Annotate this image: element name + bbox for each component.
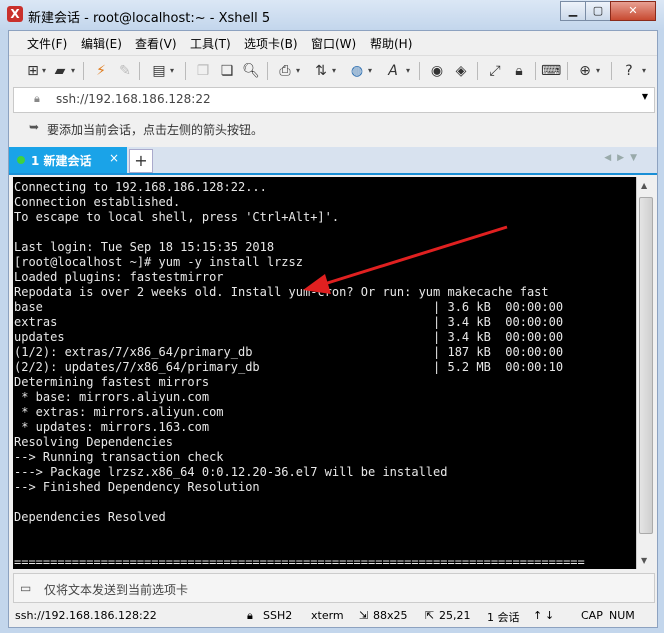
globe-icon[interactable]: ◍ <box>347 61 367 81</box>
close-tab-icon[interactable]: × <box>109 151 119 165</box>
open-folder-icon[interactable]: ▰ <box>50 61 70 81</box>
minimize-button[interactable]: ▁ <box>560 1 586 21</box>
menu-help[interactable]: 帮助(H) <box>370 35 412 52</box>
status-sessions: 1 会话 <box>487 611 520 624</box>
tab-label: 1 新建会话 <box>31 154 92 168</box>
toolbar-divider <box>185 62 186 80</box>
status-size: 88x25 <box>373 609 408 622</box>
tab-bar: 1 新建会话 × + ◀▶▼ <box>9 147 657 175</box>
status-bar: ssh://192.168.186.128:22 🔒︎ SSH2 xterm ⇲… <box>9 605 657 627</box>
toolbar-divider <box>139 62 140 80</box>
client-area: 文件(F) 编辑(E) 查看(V) 工具(T) 选项卡(B) 窗口(W) 帮助(… <box>8 30 658 628</box>
hint-text: 要添加当前会话，点击左侧的箭头按钮。 <box>47 123 264 137</box>
chevron-down-icon[interactable]: ▾ <box>403 61 413 81</box>
status-num: NUM <box>609 609 635 622</box>
disconnect-icon[interactable]: ✎ <box>115 61 135 81</box>
menu-window[interactable]: 窗口(W) <box>311 35 356 52</box>
script-icon[interactable]: ◈ <box>451 61 471 81</box>
menu-tools[interactable]: 工具(T) <box>190 35 231 52</box>
print-icon[interactable]: ⎙ <box>275 61 295 81</box>
terminal-output[interactable]: Connecting to 192.168.186.128:22... Conn… <box>13 177 636 569</box>
toolbar-divider <box>477 62 478 80</box>
annotation-arrow-shaft <box>320 225 508 287</box>
tab-scroll-icons[interactable]: ◀▶▼ <box>604 153 643 163</box>
menu-tabs[interactable]: 选项卡(B) <box>244 35 298 52</box>
menu-view[interactable]: 查看(V) <box>135 35 177 52</box>
lock-icon: 🔒︎ <box>247 609 253 622</box>
annotation-arrow <box>303 225 508 294</box>
arrow-down-icon: ↓ <box>545 609 555 622</box>
chevron-down-icon[interactable]: ▾ <box>639 61 649 81</box>
xftp-icon[interactable]: ◉ <box>427 61 447 81</box>
lock-icon: 🔒︎ <box>34 92 40 105</box>
keyboard-icon[interactable]: ⌨ <box>541 61 561 81</box>
scroll-down-icon[interactable]: ▼ <box>641 556 647 565</box>
menu-file[interactable]: 文件(F) <box>27 35 67 52</box>
toolbar-divider <box>419 62 420 80</box>
new-tab-button[interactable]: + <box>129 149 153 173</box>
lock-icon[interactable]: 🔒︎ <box>509 61 529 81</box>
chevron-down-icon[interactable]: ▾ <box>365 61 375 81</box>
compose-bar[interactable]: ▭ 仅将文本发送到当前选项卡 <box>13 573 655 603</box>
compose-input[interactable]: 仅将文本发送到当前选项卡 <box>44 581 188 598</box>
scrollbar-thumb[interactable] <box>639 197 653 534</box>
maximize-button[interactable]: ▢ <box>585 1 611 21</box>
status-cursor: 25,21 <box>439 609 471 622</box>
copy-icon[interactable]: ❐ <box>193 61 213 81</box>
status-caps: CAP <box>581 609 603 622</box>
add-session-arrow-icon[interactable]: ➥ <box>29 120 39 134</box>
toolbar-divider <box>611 62 612 80</box>
arrow-up-icon: ↑ <box>533 609 543 622</box>
add-icon[interactable]: ⊕ <box>575 61 595 81</box>
transfer-icon[interactable]: ⇅ <box>311 61 331 81</box>
chevron-down-icon[interactable]: ▾ <box>329 61 339 81</box>
close-button[interactable]: ✕ <box>610 1 656 21</box>
status-terminal: xterm <box>311 609 344 622</box>
terminal-scrollbar[interactable]: ▲ ▼ <box>636 177 654 569</box>
xshell-window: X 新建会话 - root@localhost:~ - Xshell 5 ▁ ▢… <box>0 0 664 633</box>
help-icon[interactable]: ? <box>619 61 639 81</box>
chevron-down-icon[interactable]: ▼ <box>642 92 648 101</box>
properties-icon[interactable]: ▤ <box>149 61 169 81</box>
chevron-down-icon[interactable]: ▾ <box>68 61 78 81</box>
xshell-icon: X <box>7 6 23 22</box>
menu-edit[interactable]: 编辑(E) <box>81 35 122 52</box>
compose-icon: ▭ <box>20 581 32 595</box>
status-protocol: SSH2 <box>263 609 293 622</box>
chevron-down-icon[interactable]: ▾ <box>39 61 49 81</box>
fullscreen-icon[interactable]: ⤢ <box>485 61 505 81</box>
font-icon[interactable]: A <box>383 61 403 81</box>
tab-session-1[interactable]: 1 新建会话 × <box>9 147 127 173</box>
toolbar: ⊞ ▾ ▰ ▾ ⚡ ✎ ▤ ▾ ❐ ❏ 🔍︎ ⎙ ▾ ⇅ ▾ ◍ ▾ A ▾ ◉… <box>9 55 657 86</box>
toolbar-divider <box>267 62 268 80</box>
annotation-arrow-head <box>303 274 331 294</box>
chevron-down-icon[interactable]: ▾ <box>593 61 603 81</box>
address-input[interactable]: ssh://192.168.186.128:22 <box>56 92 211 106</box>
session-hint-bar: ➥ 要添加当前会话，点击左侧的箭头按钮。 <box>13 115 653 141</box>
address-bar[interactable]: 🔒︎ ssh://192.168.186.128:22 ▼ <box>13 87 655 113</box>
toolbar-divider <box>83 62 84 80</box>
connected-status-icon <box>17 156 25 164</box>
menu-bar: 文件(F) 编辑(E) 查看(V) 工具(T) 选项卡(B) 窗口(W) 帮助(… <box>9 31 657 53</box>
toolbar-divider <box>535 62 536 80</box>
window-title: 新建会话 - root@localhost:~ - Xshell 5 <box>28 11 271 26</box>
connect-icon[interactable]: ⚡ <box>91 61 111 81</box>
resize-icon: ⇲ <box>359 609 369 622</box>
status-connection: ssh://192.168.186.128:22 <box>15 609 157 622</box>
find-icon[interactable]: 🔍︎ <box>241 61 261 81</box>
toolbar-divider <box>567 62 568 80</box>
scroll-up-icon[interactable]: ▲ <box>641 181 647 190</box>
title-bar: X 新建会话 - root@localhost:~ - Xshell 5 ▁ ▢… <box>0 0 664 30</box>
paste-icon[interactable]: ❏ <box>217 61 237 81</box>
chevron-down-icon[interactable]: ▾ <box>167 61 177 81</box>
chevron-down-icon[interactable]: ▾ <box>293 61 303 81</box>
cursor-icon: ⇱ <box>425 609 435 622</box>
